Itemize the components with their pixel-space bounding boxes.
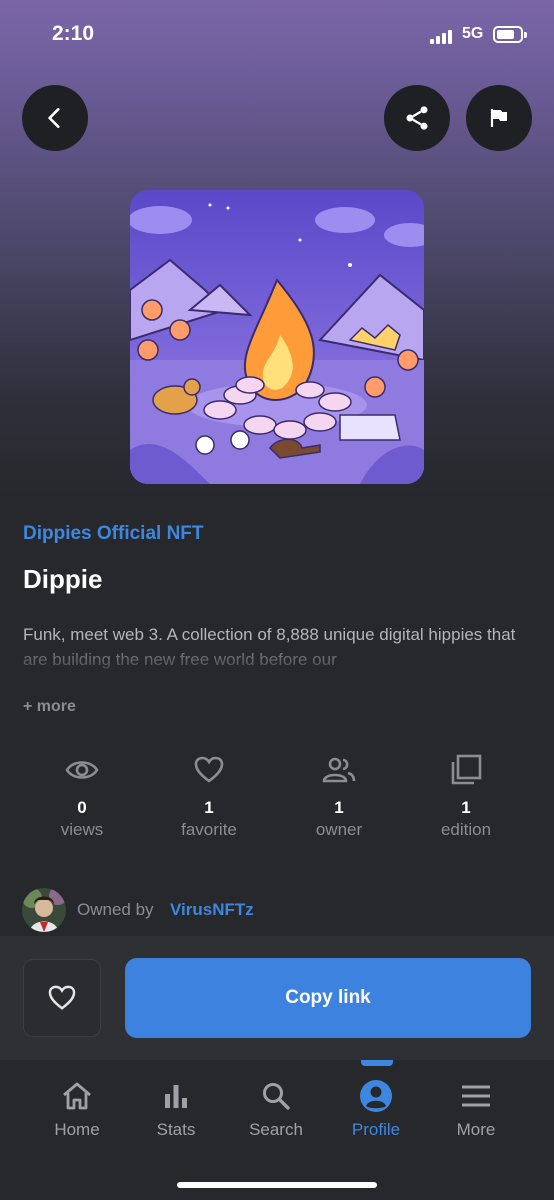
back-button[interactable] — [22, 85, 88, 151]
share-button[interactable] — [384, 85, 450, 151]
stat-views: 0 views — [22, 752, 142, 840]
status-bar: 2:10 5G — [0, 0, 554, 70]
chevron-left-icon — [48, 108, 60, 128]
copy-link-button[interactable]: Copy link — [125, 958, 531, 1038]
share-icon — [406, 106, 428, 130]
menu-icon — [462, 1085, 490, 1107]
stat-value: 0 — [77, 798, 87, 817]
tab-label: Profile — [351, 1120, 401, 1139]
owner-avatar[interactable] — [22, 888, 66, 932]
profile-icon — [360, 1080, 392, 1112]
heart-icon — [194, 756, 224, 783]
search-icon — [263, 1083, 290, 1110]
heart-icon — [48, 985, 76, 1010]
owner-row[interactable]: Owned by VirusNFTz — [22, 888, 542, 932]
stat-label: edition — [440, 820, 492, 839]
tab-label: More — [456, 1120, 496, 1139]
nft-artwork[interactable] — [130, 190, 424, 484]
copies-icon — [451, 754, 482, 785]
stat-value: 1 — [334, 798, 344, 817]
battery-icon — [493, 26, 527, 43]
nft-title: Dippie — [23, 564, 103, 594]
network-type: 5G — [462, 25, 484, 42]
stat-editions: 1 edition — [406, 752, 526, 840]
stat-owners: 1 owner — [279, 752, 399, 840]
tab-profile[interactable]: Profile — [326, 1078, 426, 1140]
tab-home[interactable]: Home — [27, 1078, 127, 1140]
stat-value: 1 — [204, 798, 214, 817]
people-icon — [322, 757, 356, 783]
tab-label: Search — [249, 1120, 303, 1139]
tab-label: Home — [54, 1120, 100, 1139]
tab-label: Stats — [156, 1120, 196, 1139]
bar-chart-icon — [165, 1085, 187, 1108]
stat-label: favorite — [181, 820, 237, 839]
home-indicator — [177, 1182, 377, 1188]
tab-bar: Home Stats Search Profile More — [0, 1060, 554, 1200]
more-link[interactable]: + more — [23, 698, 76, 716]
tab-more[interactable]: More — [426, 1078, 526, 1140]
tab-search[interactable]: Search — [226, 1078, 326, 1140]
tab-stats[interactable]: Stats — [126, 1078, 226, 1140]
owner-name[interactable]: VirusNFTz — [170, 900, 254, 920]
home-icon — [63, 1082, 91, 1110]
favorite-button[interactable] — [23, 959, 101, 1037]
report-button[interactable] — [466, 85, 532, 151]
stat-label: views — [60, 820, 104, 839]
stat-value: 1 — [461, 798, 471, 817]
flag-icon — [490, 109, 507, 127]
action-bar: Copy link — [0, 936, 554, 1060]
signal-icon — [430, 30, 456, 44]
stat-favorites: 1 favorite — [149, 752, 269, 840]
stat-label: owner — [315, 820, 363, 839]
active-tab-indicator — [361, 1060, 393, 1066]
eye-icon — [65, 761, 99, 779]
collection-name[interactable]: Dippies Official NFT — [23, 523, 204, 545]
owned-by-label: Owned by — [77, 900, 154, 919]
description-fade — [0, 648, 554, 676]
status-time: 2:10 — [52, 22, 95, 45]
